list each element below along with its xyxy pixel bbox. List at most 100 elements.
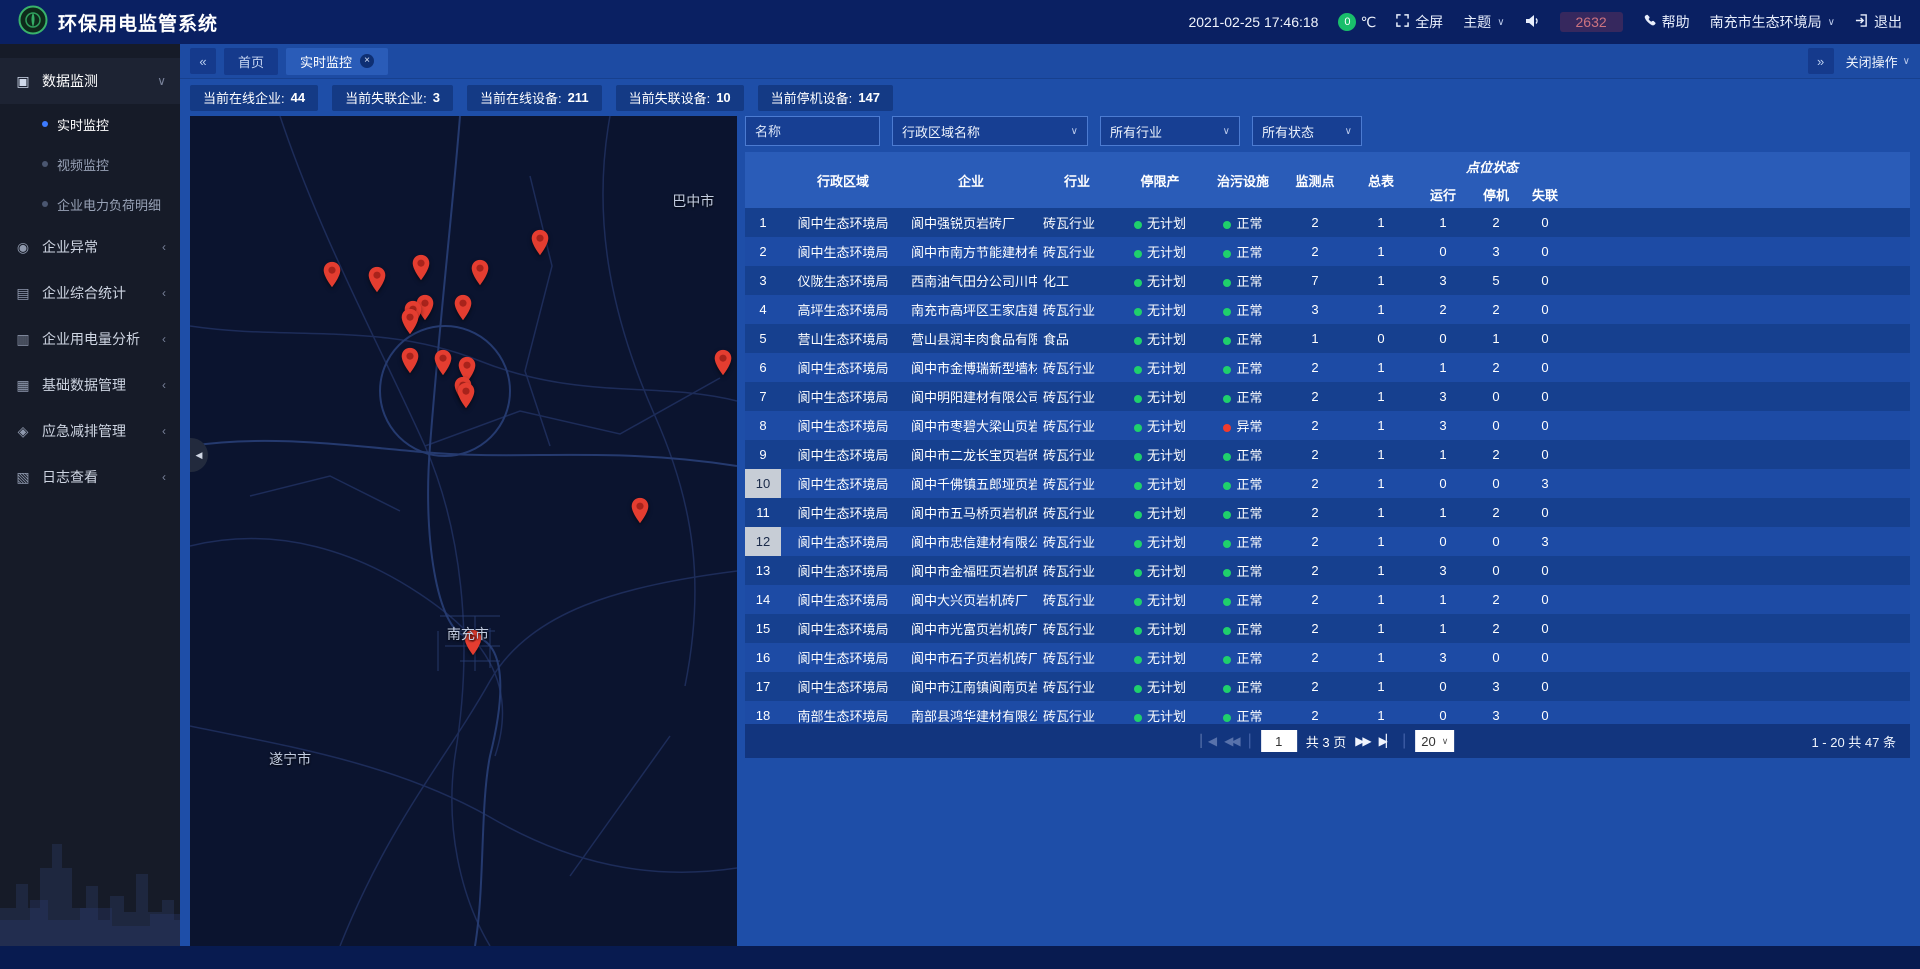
sidebar-subitem[interactable]: 视频监控 <box>0 144 180 184</box>
tabs-scroll-right-button[interactable]: » <box>1808 48 1834 74</box>
map-pin-icon[interactable] <box>400 347 419 379</box>
sidebar-item-1[interactable]: ◉企业异常‹ <box>0 224 180 270</box>
prev-page-button[interactable]: ◀◀ <box>1224 734 1238 748</box>
sidebar-item-5[interactable]: ◈应急减排管理‹ <box>0 408 180 454</box>
cell-facility: 正常 <box>1203 498 1283 527</box>
table-row[interactable]: 7阆中生态环境局阆中明阳建材有限公司砖瓦行业无计划正常21300 <box>745 382 1910 411</box>
datetime-label: 2021-02-25 17:46:18 <box>1188 14 1318 30</box>
table-row[interactable]: 14阆中生态环境局阆中大兴页岩机砖厂砖瓦行业无计划正常21120 <box>745 585 1910 614</box>
map-pin-icon[interactable] <box>434 349 453 381</box>
cell-stop: 2 <box>1471 208 1521 237</box>
speaker-icon <box>1525 14 1540 31</box>
close-tab-icon[interactable]: × <box>360 54 374 68</box>
map-pin-icon[interactable] <box>453 294 472 326</box>
table-row[interactable]: 13阆中生态环境局阆中市金福旺页岩机砖砖瓦行业无计划正常21300 <box>745 556 1910 585</box>
table-row[interactable]: 8阆中生态环境局阆中市枣碧大梁山页岩砖瓦行业无计划异常21300 <box>745 411 1910 440</box>
org-dropdown[interactable]: 南充市生态环境局 ∨ <box>1710 12 1835 32</box>
cell-plan: 无计划 <box>1117 353 1203 382</box>
sidebar-subitem[interactable]: 企业电力负荷明细 <box>0 184 180 224</box>
map-city-label: 南充市 <box>447 624 489 644</box>
cell-facility: 正常 <box>1203 266 1283 295</box>
status-dot-icon <box>1134 453 1142 461</box>
cell-lost: 0 <box>1521 701 1569 724</box>
table-row[interactable]: 3仪陇生态环境局西南油气田分公司川中化工无计划正常71350 <box>745 266 1910 295</box>
status-dot-icon <box>1134 685 1142 693</box>
sidebar-item-4[interactable]: ▦基础数据管理‹ <box>0 362 180 408</box>
cell-plan: 无计划 <box>1117 498 1203 527</box>
next-page-button[interactable]: ▶▶ <box>1355 734 1369 748</box>
region-filter-select[interactable]: 行政区域名称 ∨ <box>892 116 1088 146</box>
last-page-button[interactable]: ▶▏ <box>1379 734 1393 748</box>
map-pin-icon[interactable] <box>411 254 430 286</box>
table-row[interactable]: 5营山生态环境局营山县润丰肉食品有限食品无计划正常10010 <box>745 324 1910 353</box>
map-panel[interactable]: 巴中市南充市遂宁市 ◀ <box>190 116 737 946</box>
cell-region: 阆中生态环境局 <box>781 672 905 701</box>
tab-bar: « 首页 实时监控 × » 关闭操作 ∨ <box>180 44 1920 79</box>
chevron-left-icon: ‹ <box>162 424 166 438</box>
cell-company: 阆中市枣碧大梁山页岩 <box>905 411 1037 440</box>
logout-button[interactable]: 退出 <box>1855 12 1902 32</box>
cell-company: 阆中市五马桥页岩机砖 <box>905 498 1037 527</box>
table-row[interactable]: 4高坪生态环境局南充市高坪区王家店建砖瓦行业无计划正常31220 <box>745 295 1910 324</box>
table-row[interactable]: 1阆中生态环境局阆中强锐页岩砖厂砖瓦行业无计划正常21120 <box>745 208 1910 237</box>
col-header-filler <box>1569 152 1910 208</box>
table-row[interactable]: 2阆中生态环境局阆中市南方节能建材有砖瓦行业无计划正常21030 <box>745 237 1910 266</box>
sidebar-item-3[interactable]: ▥企业用电量分析‹ <box>0 316 180 362</box>
map-pin-icon[interactable] <box>531 229 550 261</box>
table-row[interactable]: 10阆中生态环境局阆中千佛镇五郎垭页岩砖瓦行业无计划正常21003 <box>745 469 1910 498</box>
sidebar-item-6[interactable]: ▧日志查看‹ <box>0 454 180 500</box>
sidebar-item-0[interactable]: ▣数据监测∨ <box>0 58 180 104</box>
map-pin-icon[interactable] <box>631 497 650 529</box>
table-row[interactable]: 11阆中生态环境局阆中市五马桥页岩机砖砖瓦行业无计划正常21120 <box>745 498 1910 527</box>
close-operations-button[interactable]: 关闭操作 ∨ <box>1846 52 1910 71</box>
map-pin-icon[interactable] <box>323 261 342 293</box>
cell-region: 阆中生态环境局 <box>781 498 905 527</box>
stats-bar: 当前在线企业:44当前失联企业:3当前在线设备:211当前失联设备:10当前停机… <box>180 79 1920 116</box>
status-dot-icon <box>1134 279 1142 287</box>
cell-region: 阆中生态环境局 <box>781 556 905 585</box>
table-row[interactable]: 9阆中生态环境局阆中市二龙长宝页岩砖砖瓦行业无计划正常21120 <box>745 440 1910 469</box>
cell-filler <box>1569 208 1910 237</box>
cell-region: 阆中生态环境局 <box>781 585 905 614</box>
cell-industry: 砖瓦行业 <box>1037 556 1117 585</box>
cell-company: 阆中市忠信建材有限公 <box>905 527 1037 556</box>
map-pin-icon[interactable] <box>368 266 387 298</box>
tabs-scroll-left-button[interactable]: « <box>190 48 216 74</box>
tab-home[interactable]: 首页 <box>224 48 278 75</box>
table-row[interactable]: 18南部生态环境局南部县鸿华建材有限公砖瓦行业无计划正常21030 <box>745 701 1910 724</box>
first-page-button[interactable]: ▏◀ <box>1201 734 1215 748</box>
cell-facility: 正常 <box>1203 295 1283 324</box>
theme-dropdown[interactable]: 主题 ∨ <box>1463 12 1504 32</box>
map-pin-icon[interactable] <box>457 382 476 414</box>
sidebar-item-2[interactable]: ▤企业综合统计‹ <box>0 270 180 316</box>
table-row[interactable]: 12阆中生态环境局阆中市忠信建材有限公砖瓦行业无计划正常21003 <box>745 527 1910 556</box>
page-size-select[interactable]: 20 ∨ <box>1415 730 1454 752</box>
tab-realtime-monitor[interactable]: 实时监控 × <box>286 48 388 75</box>
help-button[interactable]: 帮助 <box>1643 12 1690 32</box>
skyline-decoration <box>0 816 180 946</box>
sidebar-subitem[interactable]: 实时监控 <box>0 104 180 144</box>
cell-region: 阆中生态环境局 <box>781 469 905 498</box>
status-dot-icon <box>1223 279 1231 287</box>
page-input[interactable] <box>1261 730 1297 752</box>
cell-run: 1 <box>1415 440 1471 469</box>
status-dot-icon <box>1223 598 1231 606</box>
map-pin-icon[interactable] <box>400 308 419 340</box>
cell-stop: 3 <box>1471 237 1521 266</box>
fullscreen-button[interactable]: 全屏 <box>1396 12 1443 32</box>
table-row[interactable]: 16阆中生态环境局阆中市石子页岩机砖厂砖瓦行业无计划正常21300 <box>745 643 1910 672</box>
status-filter-select[interactable]: 所有状态 ∨ <box>1252 116 1362 146</box>
cell-industry: 砖瓦行业 <box>1037 672 1117 701</box>
table-row[interactable]: 15阆中生态环境局阆中市光富页岩机砖厂砖瓦行业无计划正常21120 <box>745 614 1910 643</box>
row-index: 17 <box>745 672 781 701</box>
status-dot-icon <box>1134 714 1142 722</box>
map-pin-icon[interactable] <box>470 259 489 291</box>
map-pin-icon[interactable] <box>713 349 732 381</box>
table-row[interactable]: 17阆中生态环境局阆中市江南镇阆南页岩砖瓦行业无计划正常21030 <box>745 672 1910 701</box>
name-filter-input[interactable] <box>745 116 880 146</box>
announcement-button[interactable] <box>1525 14 1540 31</box>
industry-filter-select[interactable]: 所有行业 ∨ <box>1100 116 1240 146</box>
table-row[interactable]: 6阆中生态环境局阆中市金博瑞新型墙材砖瓦行业无计划正常21120 <box>745 353 1910 382</box>
cell-company: 阆中市金博瑞新型墙材 <box>905 353 1037 382</box>
sidebar-menu: ▣数据监测∨实时监控视频监控企业电力负荷明细◉企业异常‹▤企业综合统计‹▥企业用… <box>0 44 180 500</box>
